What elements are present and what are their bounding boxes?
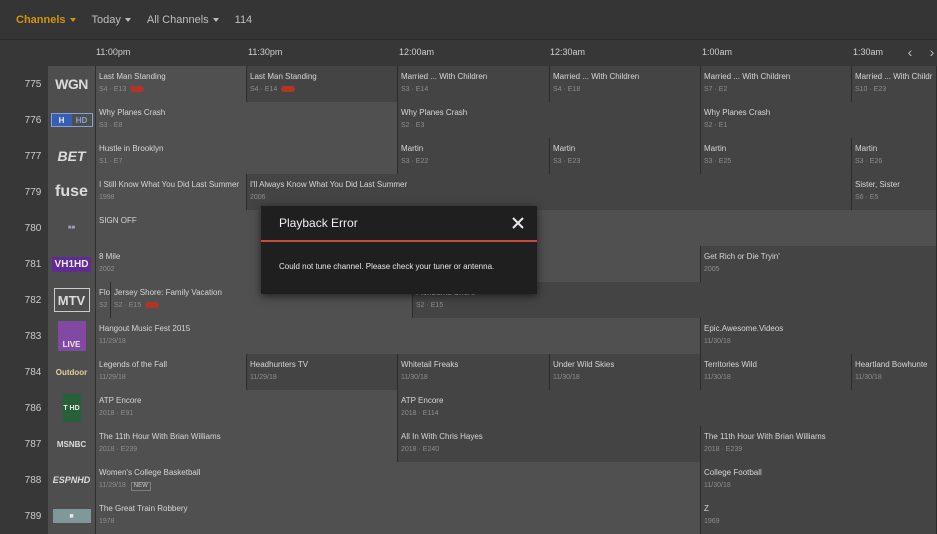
playback-error-dialog: Playback Error Could not tune channel. P… <box>261 206 537 294</box>
dialog-message: Could not tune channel. Please check you… <box>279 262 495 271</box>
dialog-title: Playback Error <box>279 216 358 230</box>
dialog-header: Playback Error <box>261 206 537 242</box>
close-icon[interactable] <box>511 216 525 230</box>
